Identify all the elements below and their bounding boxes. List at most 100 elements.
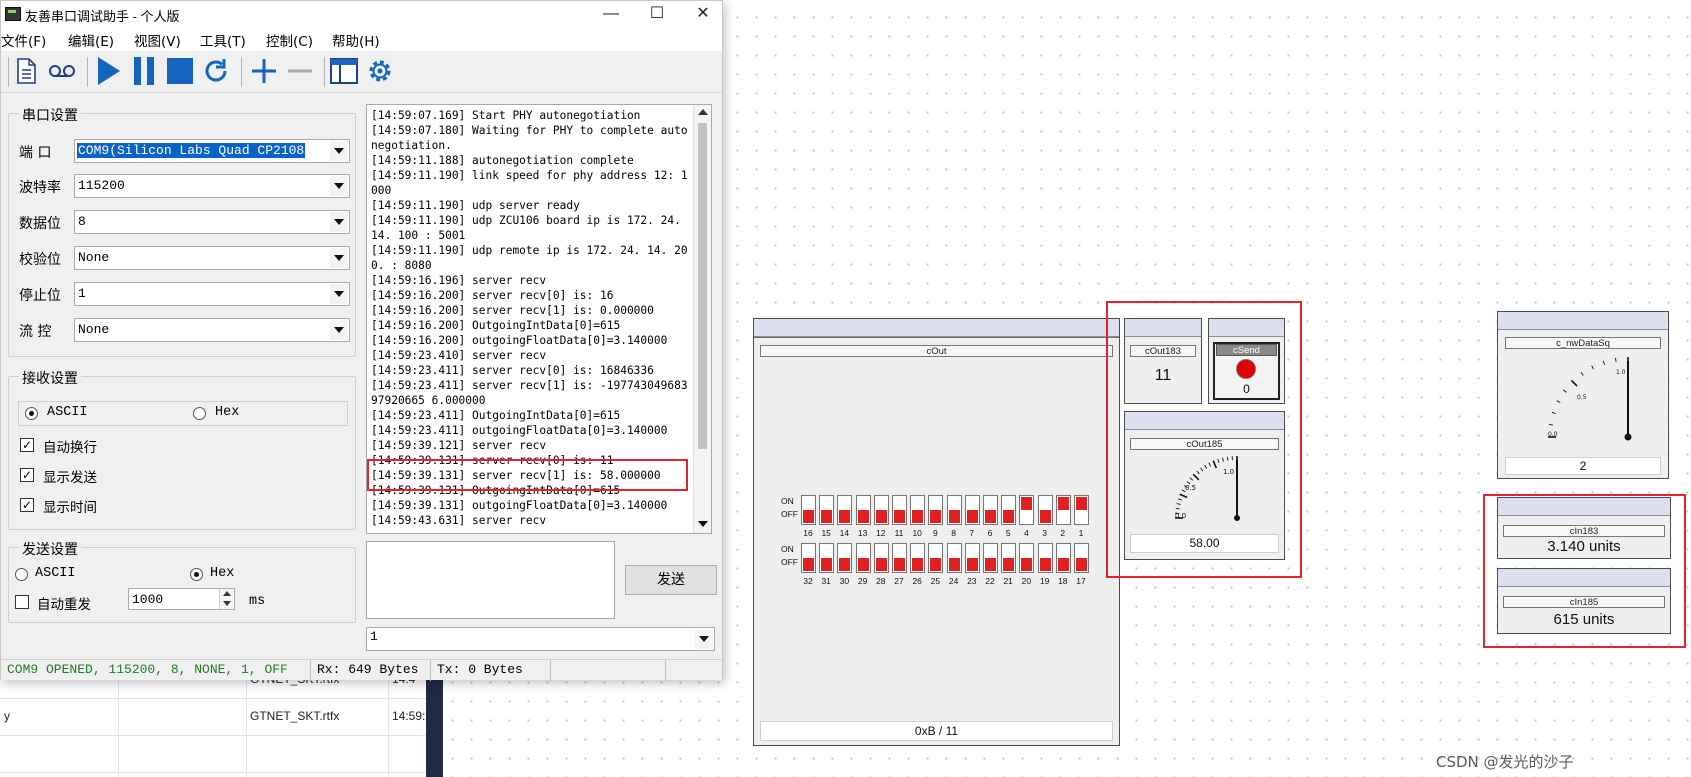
dip-switch[interactable] bbox=[946, 495, 962, 525]
send-textarea[interactable] bbox=[366, 541, 615, 619]
dip-switch[interactable] bbox=[1001, 543, 1017, 573]
dip-switch-knob bbox=[857, 558, 869, 571]
gear-icon[interactable] bbox=[364, 55, 396, 87]
refresh-icon[interactable] bbox=[200, 55, 232, 87]
dip-switch[interactable] bbox=[983, 543, 998, 573]
window-icon[interactable] bbox=[328, 55, 360, 87]
minus-icon[interactable] bbox=[284, 55, 316, 87]
panel-header[interactable] bbox=[1498, 312, 1668, 330]
title-bar[interactable]: 友善串口调试助手 - 个人版 — ☐ ✕ bbox=[1, 1, 722, 27]
scroll-down-icon[interactable] bbox=[698, 521, 708, 527]
chevron-down-icon[interactable] bbox=[330, 176, 348, 196]
stop-icon[interactable] bbox=[164, 55, 196, 87]
dip-switch[interactable] bbox=[1055, 495, 1071, 525]
auto-wrap-checkbox[interactable]: ✓ bbox=[20, 438, 34, 452]
parity-select[interactable]: None bbox=[74, 246, 350, 270]
menu-control[interactable]: 控制(C) bbox=[266, 30, 313, 50]
dip-switch[interactable] bbox=[1074, 543, 1089, 573]
record-icon[interactable] bbox=[46, 55, 78, 87]
dip-switch[interactable] bbox=[910, 495, 926, 525]
scroll-up-icon[interactable] bbox=[698, 109, 708, 115]
menu-view[interactable]: 视图(V) bbox=[134, 30, 181, 50]
auto-resend-checkbox[interactable] bbox=[15, 595, 29, 609]
menu-file[interactable]: 文件(F) bbox=[1, 30, 46, 50]
scroll-thumb[interactable] bbox=[698, 123, 707, 449]
switch-row-2: 32 31 30 29 28 27 26 25 24 23 22 21 20 19 18 17 bbox=[801, 543, 1101, 589]
chevron-down-icon[interactable] bbox=[330, 320, 348, 340]
table-row[interactable]: y GTNET_SKT.rtfx 14:59: bbox=[0, 699, 436, 736]
dip-switch[interactable] bbox=[1019, 543, 1035, 573]
dip-switch[interactable] bbox=[819, 495, 835, 525]
table-row[interactable] bbox=[0, 736, 436, 773]
send-hex-radio[interactable] bbox=[190, 568, 203, 581]
chevron-down-icon[interactable] bbox=[330, 212, 348, 232]
chevron-down-icon[interactable] bbox=[330, 141, 348, 161]
dip-switch[interactable] bbox=[855, 495, 871, 525]
dip-switch[interactable] bbox=[1074, 495, 1089, 525]
dip-switch-knob bbox=[1057, 497, 1069, 510]
receive-ascii-radio[interactable] bbox=[25, 407, 38, 420]
dip-switch[interactable] bbox=[1037, 495, 1053, 525]
dip-switch[interactable] bbox=[801, 495, 816, 525]
dip-switch[interactable] bbox=[910, 543, 926, 573]
port-select[interactable]: COM9(Silicon Labs Quad CP2108 bbox=[74, 139, 350, 163]
dip-switch-number: 4 bbox=[1024, 528, 1029, 538]
chevron-down-icon[interactable] bbox=[330, 284, 348, 304]
menu-edit[interactable]: 编辑(E) bbox=[68, 30, 114, 50]
dip-switch[interactable] bbox=[1055, 543, 1071, 573]
menu-help[interactable]: 帮助(H) bbox=[332, 30, 380, 50]
interval-spinbox[interactable]: 1000 bbox=[128, 588, 235, 610]
databits-select[interactable]: 8 bbox=[74, 210, 350, 234]
dip-switch[interactable] bbox=[837, 543, 853, 573]
dip-switch[interactable] bbox=[928, 543, 944, 573]
gauge-tick bbox=[1591, 365, 1594, 370]
dip-switch-number: 10 bbox=[912, 528, 922, 538]
dip-switch-number: 17 bbox=[1076, 576, 1086, 586]
dip-switch[interactable] bbox=[964, 495, 980, 525]
dip-switch[interactable] bbox=[1001, 495, 1017, 525]
chevron-down-icon[interactable] bbox=[330, 248, 348, 268]
send-button[interactable]: 发送 bbox=[625, 565, 717, 595]
dip-switch[interactable] bbox=[946, 543, 962, 573]
dip-switch[interactable] bbox=[964, 543, 980, 573]
baud-select[interactable]: 115200 bbox=[74, 174, 350, 198]
close-button[interactable]: ✕ bbox=[680, 1, 726, 27]
send-ascii-radio[interactable] bbox=[15, 568, 28, 581]
dip-switch[interactable] bbox=[873, 543, 889, 573]
stopbits-select[interactable]: 1 bbox=[74, 282, 350, 306]
plus-icon[interactable] bbox=[248, 55, 280, 87]
pause-icon[interactable] bbox=[128, 55, 160, 87]
dip-switch[interactable] bbox=[892, 495, 907, 525]
log-scrollbar[interactable] bbox=[693, 105, 711, 533]
dip-switch-number: 9 bbox=[933, 528, 938, 538]
spin-arrows[interactable] bbox=[219, 589, 234, 609]
dip-switch[interactable] bbox=[837, 495, 853, 525]
dip-switch[interactable] bbox=[1037, 543, 1053, 573]
maximize-button[interactable]: ☐ bbox=[634, 1, 680, 27]
dip-switch[interactable] bbox=[819, 543, 835, 573]
menu-tools[interactable]: 工具(T) bbox=[200, 30, 246, 50]
minimize-button[interactable]: — bbox=[588, 1, 634, 27]
dip-switch[interactable] bbox=[983, 495, 998, 525]
dip-switch[interactable] bbox=[801, 543, 816, 573]
spin-up-icon[interactable] bbox=[223, 591, 231, 596]
document-icon[interactable] bbox=[10, 55, 42, 87]
play-icon[interactable] bbox=[92, 55, 124, 87]
show-send-checkbox[interactable]: ✓ bbox=[20, 468, 34, 482]
flow-select[interactable]: None bbox=[74, 318, 350, 342]
auto-resend-label: 自动重发 bbox=[37, 597, 91, 613]
dip-switch[interactable] bbox=[855, 543, 871, 573]
dip-switch[interactable] bbox=[892, 543, 907, 573]
dip-switch-knob bbox=[985, 558, 996, 571]
show-time-checkbox[interactable]: ✓ bbox=[20, 498, 34, 512]
dip-switch[interactable] bbox=[928, 495, 944, 525]
dip-switch[interactable] bbox=[1019, 495, 1035, 525]
chevron-down-icon[interactable] bbox=[695, 629, 713, 649]
send-history-select[interactable]: 1 bbox=[366, 627, 715, 651]
dip-switch[interactable] bbox=[873, 495, 889, 525]
dip-switch-number: 19 bbox=[1039, 576, 1050, 586]
receive-hex-radio[interactable] bbox=[193, 407, 206, 420]
receive-ascii-label: ASCII bbox=[47, 405, 88, 420]
panel-header[interactable] bbox=[754, 319, 1119, 337]
spin-down-icon[interactable] bbox=[223, 601, 231, 606]
